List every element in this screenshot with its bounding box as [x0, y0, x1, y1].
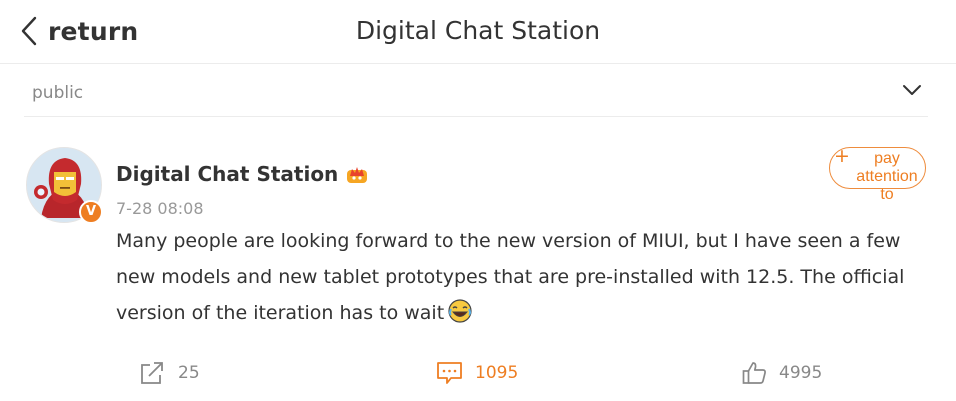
thumbs-up-icon [742, 362, 766, 384]
share-icon [141, 362, 163, 384]
chevron-down-icon[interactable] [902, 83, 922, 97]
like-button[interactable]: 4995 [742, 361, 822, 385]
like-count: 4995 [779, 363, 823, 383]
post-time[interactable]: 7-28 08:08 [116, 199, 204, 218]
avatar[interactable]: V [26, 147, 103, 224]
laughing-emoji-icon [448, 299, 472, 335]
feed-filter[interactable]: public [24, 64, 928, 117]
crown-badge-icon [347, 167, 368, 183]
comment-button[interactable]: 1095 [436, 361, 518, 385]
repost-count: 25 [178, 363, 200, 383]
follow-button[interactable]: + pay attention to [829, 145, 926, 203]
top-bar: return Digital Chat Station [0, 0, 956, 64]
page-title: Digital Chat Station [355, 16, 601, 45]
post-card: V Digital Chat Station 7-28 08:08 + pay … [0, 117, 956, 401]
comment-count: 1095 [475, 363, 519, 383]
plus-icon: + [834, 145, 850, 167]
author-row: Digital Chat Station [116, 162, 368, 186]
verified-icon: V [79, 200, 103, 224]
follow-label: pay attention to [856, 150, 918, 203]
filter-label: public [32, 83, 84, 103]
author-name[interactable]: Digital Chat Station [116, 162, 338, 186]
comment-icon [437, 362, 462, 384]
repost-button[interactable]: 25 [140, 361, 200, 385]
post-actions: 25 1095 4995 [0, 355, 956, 395]
post-body: Many people are looking forward to the n… [116, 223, 906, 335]
post-text: Many people are looking forward to the n… [116, 230, 905, 324]
